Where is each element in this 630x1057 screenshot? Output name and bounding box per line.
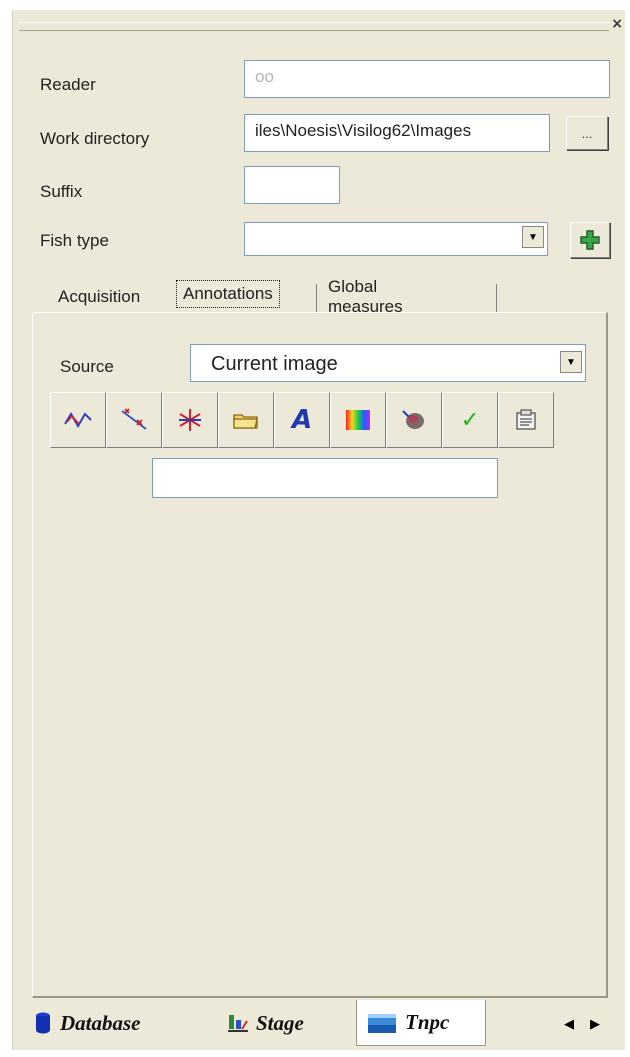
dock-grip[interactable] <box>19 22 609 31</box>
tab-separator <box>316 284 317 312</box>
reader-label: Reader <box>40 75 96 94</box>
tab-separator <box>496 284 497 312</box>
scroll-left-icon[interactable]: ◀ <box>558 1012 580 1036</box>
plus-icon <box>580 230 600 250</box>
text-button[interactable]: A <box>274 392 330 448</box>
tab-acquisition[interactable]: Acquisition <box>52 282 146 312</box>
fishtype-label: Fish type <box>40 231 109 250</box>
cross-points-button[interactable] <box>106 392 162 448</box>
database-icon <box>36 1012 50 1034</box>
checkmark-icon: ✓ <box>460 407 480 433</box>
cross-points-icon <box>121 408 147 430</box>
fishtype-dropdown[interactable]: ▼ <box>244 222 548 256</box>
tab-tnpc[interactable]: Tnpc <box>356 1000 486 1046</box>
star-point-icon <box>179 409 201 431</box>
folder-icon <box>233 414 258 429</box>
bottom-tab-strip: Database Stage Tnpc ◀ ▶ <box>20 1000 610 1046</box>
source-label: Source <box>60 357 114 376</box>
text-icon: A <box>291 405 313 435</box>
browse-button[interactable]: ... <box>566 116 608 150</box>
tab-stage-label: Stage <box>256 1010 304 1035</box>
tab-database-label: Database <box>60 1010 141 1035</box>
scroll-right-icon[interactable]: ▶ <box>584 1012 606 1036</box>
suffix-label: Suffix <box>40 182 83 201</box>
color-palette-button[interactable] <box>330 392 386 448</box>
chevron-down-icon[interactable]: ▼ <box>560 351 582 373</box>
star-point-button[interactable] <box>162 392 218 448</box>
tab-annotations[interactable]: Annotations <box>176 280 280 308</box>
chevron-down-icon[interactable]: ▼ <box>522 226 544 248</box>
source-value: Current image <box>211 353 338 375</box>
color-palette-icon <box>346 410 370 430</box>
stage-icon <box>228 1015 248 1032</box>
annotation-toolbar: A ✓ <box>50 392 554 448</box>
polyline-icon <box>64 412 92 428</box>
suffix-field[interactable] <box>244 166 340 204</box>
add-fishtype-button[interactable] <box>570 222 610 258</box>
source-dropdown[interactable]: Current image ▼ <box>190 344 586 382</box>
properties-icon <box>516 409 536 430</box>
tab-stage[interactable]: Stage <box>216 1002 356 1044</box>
polyline-button[interactable] <box>50 392 106 448</box>
annotation-name-field[interactable] <box>152 458 498 498</box>
image-icon <box>368 1013 396 1033</box>
properties-button[interactable] <box>498 392 554 448</box>
close-icon[interactable]: × <box>611 16 623 32</box>
tab-global-measures[interactable]: Global measures <box>322 277 409 316</box>
validate-button[interactable]: ✓ <box>442 392 498 448</box>
region-brush-icon <box>402 410 424 429</box>
dock-title-bar[interactable]: × <box>13 10 625 40</box>
reader-field[interactable]: oo <box>244 60 610 98</box>
open-folder-button[interactable] <box>218 392 274 448</box>
region-brush-button[interactable] <box>386 392 442 448</box>
workdir-field[interactable]: iles\Noesis\Visilog62\Images <box>244 114 550 152</box>
workdir-label: Work directory <box>40 129 150 148</box>
tab-tnpc-label: Tnpc <box>405 1010 450 1034</box>
tab-database[interactable]: Database <box>24 1002 214 1044</box>
